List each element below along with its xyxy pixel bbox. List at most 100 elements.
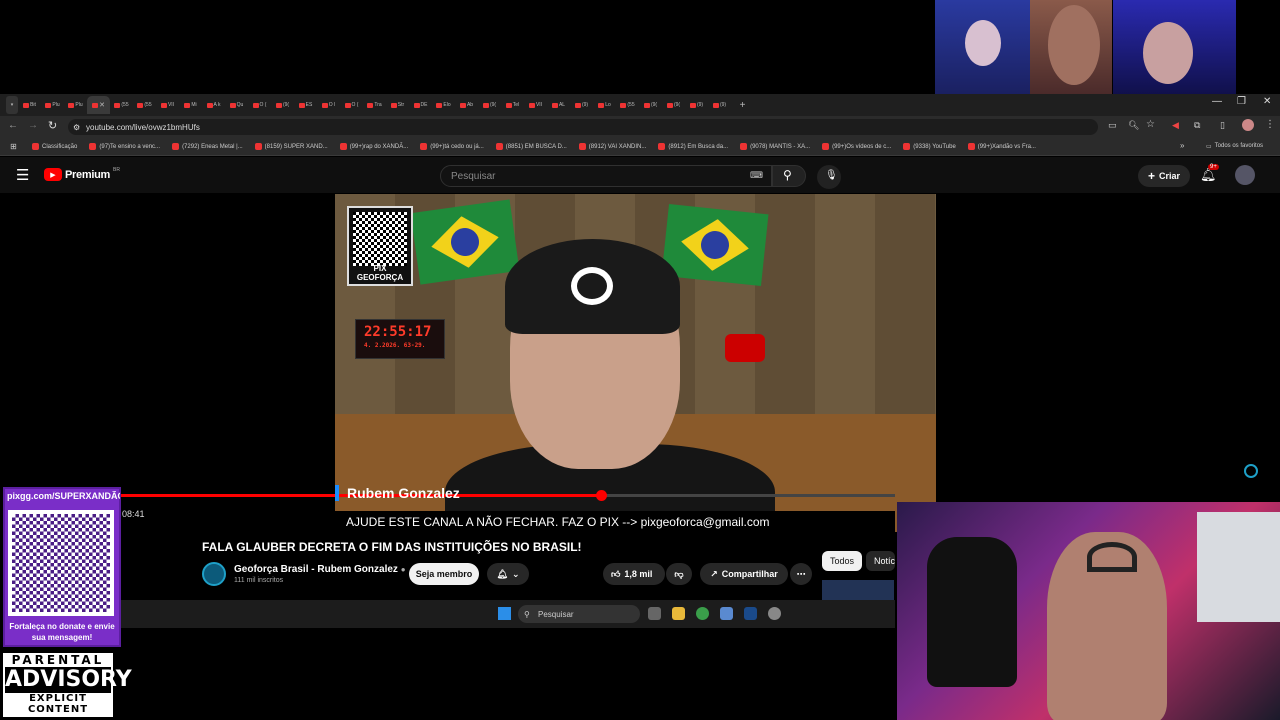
cast-icon[interactable]: ▭ bbox=[1108, 120, 1117, 131]
browser-tab[interactable]: (9( bbox=[478, 96, 501, 114]
browser-tab[interactable]: ✕ bbox=[87, 96, 110, 114]
site-info-icon[interactable]: ⚙ bbox=[73, 123, 80, 132]
create-button[interactable]: + Criar bbox=[1138, 165, 1190, 187]
browser-tab[interactable]: O l bbox=[317, 96, 340, 114]
video-player[interactable]: PIX GEOFORÇA 22:55:17 4. 2.2026. 63-29. bbox=[335, 194, 936, 532]
browser-tab[interactable]: (9( bbox=[662, 96, 685, 114]
bookmark-item[interactable]: Classificação bbox=[32, 143, 77, 150]
hamburger-menu-icon[interactable]: ☰ bbox=[16, 166, 29, 184]
browser-tab[interactable]: (9) bbox=[685, 96, 708, 114]
browser-tab[interactable]: (9) bbox=[570, 96, 593, 114]
bookmark-item[interactable]: (9338) YouTube bbox=[903, 143, 956, 150]
channel-name[interactable]: Geoforça Brasil - Rubem Gonzalez ● bbox=[234, 564, 406, 575]
browser-tab[interactable]: VII bbox=[524, 96, 547, 114]
browser-tab[interactable]: Plu bbox=[64, 96, 87, 114]
windows-start-icon[interactable] bbox=[498, 607, 511, 620]
bookmark-item[interactable]: (99+)Os vídeos de c... bbox=[822, 143, 891, 150]
like-button[interactable]: 👍︎ 1,8 mil bbox=[603, 563, 665, 585]
close-window-icon[interactable]: ✕ bbox=[1263, 96, 1271, 107]
all-favorites-folder[interactable]: ▭ Todos os favoritos bbox=[1206, 143, 1263, 150]
browser-tab[interactable]: AL bbox=[547, 96, 570, 114]
apps-icon[interactable]: ⊞ bbox=[10, 142, 17, 151]
bookmark-item[interactable]: (8159) SUPER XAND... bbox=[254, 143, 328, 150]
menu-icon[interactable]: ⋮ bbox=[1265, 119, 1275, 130]
bookmark-item[interactable]: (8851) EM BUSCA D... bbox=[495, 143, 567, 150]
channel-watermark-icon[interactable] bbox=[1244, 464, 1258, 478]
more-actions-button[interactable]: ⋯ bbox=[790, 563, 812, 585]
sound-icon[interactable]: ◀ bbox=[1172, 120, 1179, 131]
back-icon[interactable]: ← bbox=[8, 120, 18, 131]
browser-tab[interactable]: Qu bbox=[225, 96, 248, 114]
browser-tab[interactable]: ES bbox=[294, 96, 317, 114]
bookmark-item[interactable]: (99+)tá cedo ou já... bbox=[420, 143, 484, 150]
browser-tab[interactable]: DE bbox=[409, 96, 432, 114]
bookmark-item[interactable]: (7292) Eneas Metal |... bbox=[172, 143, 243, 150]
keyboard-icon[interactable]: ⌨ bbox=[750, 170, 763, 181]
progress-handle[interactable] bbox=[595, 490, 607, 501]
youtube-logo[interactable]: ▶ Premium BR bbox=[44, 167, 120, 181]
browser-tab[interactable]: O ( bbox=[248, 96, 271, 114]
app-icon[interactable] bbox=[768, 607, 781, 620]
zoom-icon[interactable]: 🔍︎ bbox=[1128, 120, 1139, 131]
task-view-icon[interactable] bbox=[648, 607, 661, 620]
browser-tab[interactable]: A k bbox=[202, 96, 225, 114]
browser-tab[interactable]: Bit bbox=[18, 96, 41, 114]
bookmark-item[interactable]: (8912) Em Busca da... bbox=[658, 143, 728, 150]
browser-tab[interactable]: (9( bbox=[639, 96, 662, 114]
bookmark-item[interactable]: (99+)Xandão vs Fra... bbox=[967, 143, 1036, 150]
bookmark-item[interactable]: (97)Te ensino a venc... bbox=[89, 143, 160, 150]
chrome-icon[interactable] bbox=[696, 607, 709, 620]
browser-tab[interactable]: (9) bbox=[708, 96, 731, 114]
tab-list-button[interactable]: ▾ bbox=[6, 96, 18, 114]
share-button[interactable]: ↗ Compartilhar bbox=[700, 563, 788, 585]
person-cap bbox=[505, 239, 680, 334]
browser-tab[interactable]: Tra bbox=[363, 96, 386, 114]
search-button[interactable]: ⚲ bbox=[772, 165, 806, 187]
video-progress-bar[interactable] bbox=[120, 490, 895, 501]
maximize-icon[interactable]: ❐ bbox=[1237, 96, 1246, 107]
reload-icon[interactable]: ↻ bbox=[48, 119, 57, 132]
browser-tab[interactable]: (55 bbox=[616, 96, 639, 114]
account-avatar[interactable] bbox=[1235, 165, 1255, 185]
profile-avatar[interactable] bbox=[1242, 119, 1254, 131]
sidebar-icon[interactable]: ▯ bbox=[1220, 120, 1225, 131]
browser-tab[interactable]: (55 bbox=[110, 96, 133, 114]
url-field[interactable]: ⚙ youtube.com/live/ovwz1bmHUfs bbox=[68, 119, 1098, 135]
settings-icon[interactable] bbox=[720, 607, 733, 620]
channel-avatar[interactable] bbox=[202, 562, 226, 586]
browser-tab[interactable]: Lo bbox=[593, 96, 616, 114]
search-icon: ⚲ bbox=[783, 168, 792, 182]
browser-tab[interactable]: (55 bbox=[133, 96, 156, 114]
taskbar-search[interactable]: ⚲ Pesquisar bbox=[518, 605, 640, 623]
forward-icon[interactable]: → bbox=[28, 120, 38, 131]
dislike-button[interactable]: 👎︎ bbox=[666, 563, 692, 585]
browser-tab[interactable]: Mi bbox=[179, 96, 202, 114]
notifications-dropdown[interactable]: 🔔︎ ⌄ bbox=[487, 563, 529, 585]
file-explorer-icon[interactable] bbox=[672, 607, 685, 620]
bookmark-item[interactable]: (8912) VAI XANDIN... bbox=[578, 143, 646, 150]
more-bookmarks-icon[interactable]: » bbox=[1180, 141, 1184, 150]
new-tab-button[interactable]: + bbox=[731, 96, 754, 114]
browser-tab[interactable]: VII bbox=[156, 96, 179, 114]
chip-todos[interactable]: Todos bbox=[822, 551, 863, 571]
browser-tab[interactable]: O ( bbox=[340, 96, 363, 114]
browser-tab[interactable]: Str bbox=[386, 96, 409, 114]
search-input[interactable]: Pesquisar ⌨ bbox=[440, 165, 772, 187]
minimize-icon[interactable]: — bbox=[1212, 96, 1222, 107]
voice-search-button[interactable]: 🎙︎ bbox=[817, 165, 841, 189]
browser-tab[interactable]: Plu bbox=[41, 96, 64, 114]
browser-tab[interactable]: (9( bbox=[271, 96, 294, 114]
close-tab-icon[interactable]: ✕ bbox=[99, 101, 105, 109]
bookmark-star-icon[interactable]: ☆ bbox=[1146, 119, 1155, 130]
browser-tab[interactable]: Elo bbox=[432, 96, 455, 114]
browser-tab[interactable]: Tel bbox=[501, 96, 524, 114]
browser-tab[interactable]: Ab bbox=[455, 96, 478, 114]
related-video-thumbnail[interactable] bbox=[822, 580, 894, 600]
steam-icon[interactable] bbox=[744, 607, 757, 620]
join-button[interactable]: Seja membro bbox=[409, 563, 479, 585]
bookmark-item[interactable]: (99+)rap do XANDÃ... bbox=[339, 143, 408, 150]
bookmark-item[interactable]: (9078) MANTIS - XA... bbox=[740, 143, 810, 150]
chip-noticias[interactable]: Notíci bbox=[866, 551, 895, 571]
extensions-icon[interactable]: ⧉ bbox=[1194, 120, 1200, 131]
notifications-button[interactable]: 🔔︎ 9+ bbox=[1200, 164, 1219, 183]
